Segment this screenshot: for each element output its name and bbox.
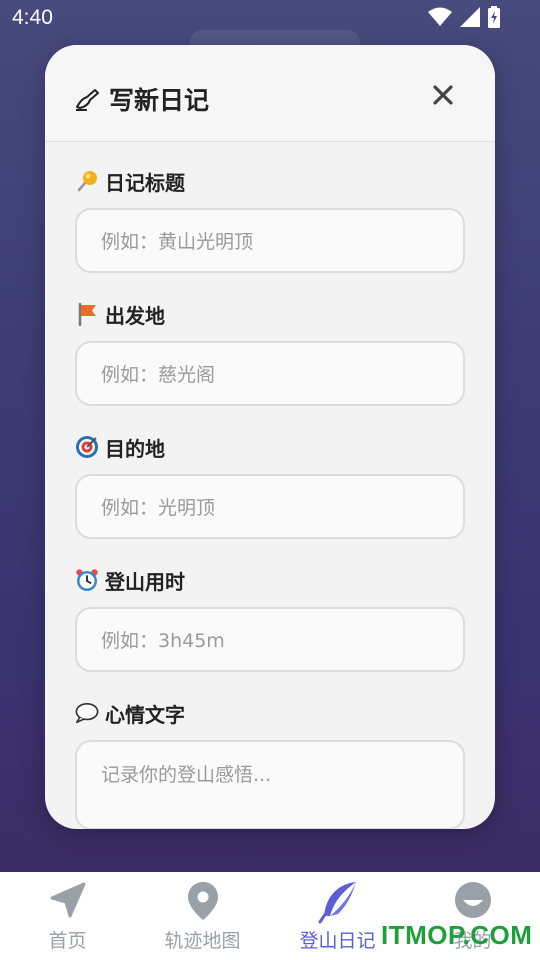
map-pin-icon — [187, 882, 218, 920]
writing-hand-icon — [76, 89, 99, 111]
modal-title-text: 写新日记 — [109, 86, 210, 115]
status-icons — [428, 6, 500, 28]
title-input[interactable]: 例如：黄山光明顶 — [75, 208, 465, 273]
new-diary-modal: 写新日记 日记标题 例如：黄山光明顶 出发地 例如：慈光阁 目的地 例如：光明顶… — [45, 45, 495, 829]
close-icon[interactable] — [431, 83, 455, 107]
field-mood: 心情文字 记录你的登山感悟... — [75, 700, 465, 829]
field-destination: 目的地 例如：光明顶 — [75, 434, 465, 539]
nav-item-home[interactable]: 首页 — [0, 872, 135, 960]
target-icon — [75, 435, 99, 459]
navigation-arrow-icon — [50, 882, 85, 918]
duration-input[interactable]: 例如：3h45m — [75, 607, 465, 672]
flag-icon — [75, 302, 99, 326]
modal-header: 写新日记 — [45, 45, 495, 142]
wifi-icon — [428, 7, 452, 26]
feather-icon — [318, 882, 356, 924]
modal-title: 写新日记 — [75, 81, 209, 117]
mood-textarea[interactable]: 记录你的登山感悟... — [75, 740, 465, 829]
nav-label: 首页 — [48, 930, 87, 952]
destination-input[interactable]: 例如：光明顶 — [75, 474, 465, 539]
field-duration: 登山用时 例如：3h45m — [75, 567, 465, 672]
diary-form: 日记标题 例如：黄山光明顶 出发地 例如：慈光阁 目的地 例如：光明顶 登山用时… — [45, 142, 495, 829]
field-label: 出发地 — [75, 301, 465, 328]
nav-label: 轨迹地图 — [164, 930, 241, 952]
cell-signal-icon — [460, 7, 480, 27]
battery-icon — [488, 6, 500, 28]
watermark: ITMOP.COM — [381, 920, 533, 950]
status-time: 4:40 — [12, 6, 53, 29]
field-label: 日记标题 — [75, 168, 465, 195]
field-label: 登山用时 — [75, 567, 465, 594]
speech-bubble-icon — [75, 701, 99, 725]
field-label: 心情文字 — [75, 700, 465, 727]
field-title: 日记标题 例如：黄山光明顶 — [75, 168, 465, 273]
alarm-clock-icon — [75, 568, 99, 592]
nav-item-map[interactable]: 轨迹地图 — [135, 872, 270, 960]
field-label: 目的地 — [75, 434, 465, 461]
field-departure: 出发地 例如：慈光阁 — [75, 301, 465, 406]
departure-input[interactable]: 例如：慈光阁 — [75, 341, 465, 406]
pushpin-icon — [75, 169, 99, 193]
profile-icon — [454, 882, 491, 918]
